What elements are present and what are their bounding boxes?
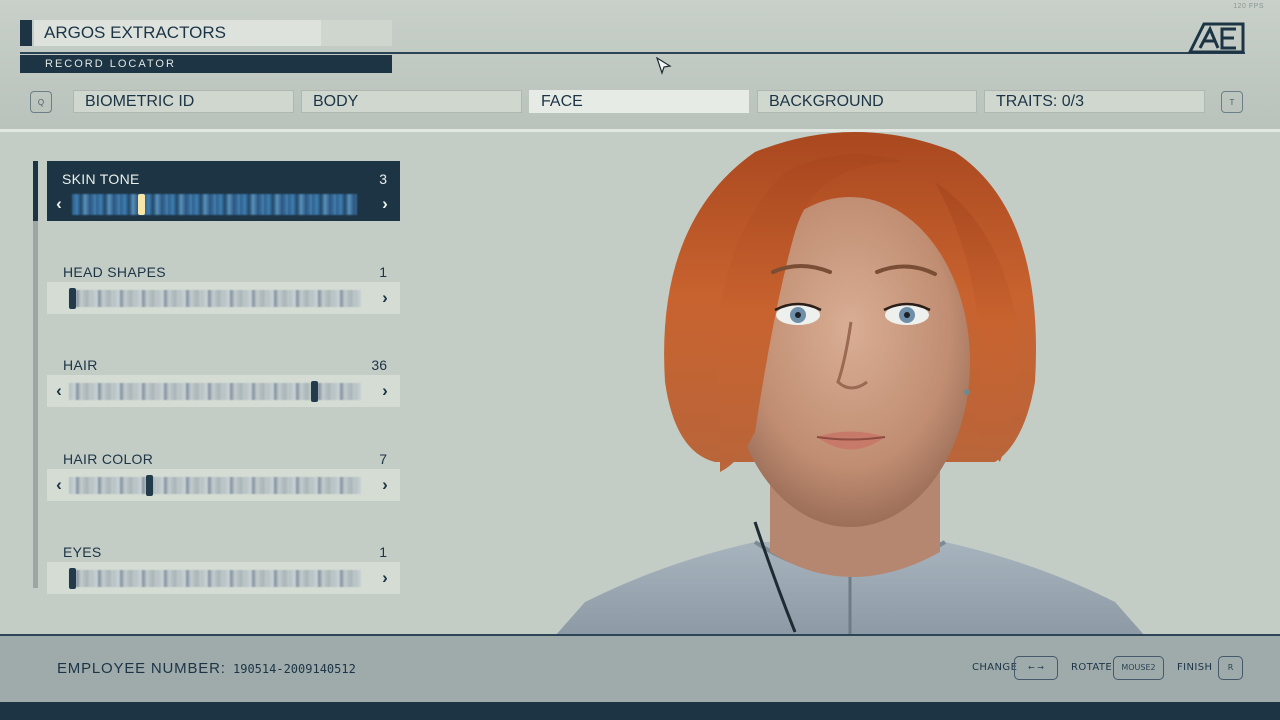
- finish-hint-label: FINISH: [1177, 662, 1213, 673]
- skin-tone-track[interactable]: [72, 194, 357, 215]
- slider-knob[interactable]: [69, 288, 76, 309]
- option-hair-color-value: 7: [379, 451, 387, 467]
- tab-background[interactable]: BACKGROUND: [757, 90, 977, 113]
- option-head-shapes-label: HEAD SHAPES: [63, 264, 166, 280]
- skin-tone-knob[interactable]: [137, 194, 145, 215]
- tab-biometric-id[interactable]: BIOMETRIC ID: [73, 90, 294, 113]
- hair-color-slider[interactable]: ‹ ›: [47, 469, 400, 501]
- title-tail: [321, 20, 392, 46]
- chevron-right-icon[interactable]: ›: [378, 194, 392, 214]
- chevron-right-icon[interactable]: ›: [378, 568, 392, 588]
- slider-knob[interactable]: [311, 381, 319, 402]
- option-hair-label: HAIR: [63, 357, 98, 373]
- mouse-cursor-icon: [656, 57, 672, 75]
- record-locator: RECORD LOCATOR: [20, 55, 392, 73]
- next-tab-key[interactable]: T: [1221, 91, 1243, 113]
- finish-key-button[interactable]: R: [1218, 656, 1243, 680]
- chevron-right-icon[interactable]: ›: [378, 381, 392, 401]
- company-title: ARGOS EXTRACTORS: [34, 20, 321, 46]
- option-eyes-label: EYES: [63, 544, 102, 560]
- option-hair-value: 36: [371, 357, 387, 373]
- head-shapes-slider[interactable]: ›: [47, 282, 400, 314]
- slider-knob[interactable]: [69, 568, 76, 589]
- options-scrollbar[interactable]: [33, 161, 38, 588]
- option-hair-color-label: HAIR COLOR: [63, 451, 154, 467]
- chevron-right-icon[interactable]: ›: [378, 288, 392, 308]
- rotate-key-button[interactable]: MOUSE2: [1113, 656, 1164, 680]
- change-hint-label: CHANGE: [972, 662, 1018, 673]
- chevron-left-icon[interactable]: ‹: [52, 475, 66, 495]
- option-value: 3: [379, 171, 387, 187]
- chevron-right-icon[interactable]: ›: [378, 475, 392, 495]
- tab-face[interactable]: FACE: [529, 90, 749, 113]
- option-skin-tone[interactable]: SKIN TONE 3 ‹ ›: [47, 161, 400, 221]
- options-scrollbar-thumb[interactable]: [33, 161, 38, 221]
- tab-traits[interactable]: TRAITS: 0/3: [984, 90, 1205, 113]
- employee-number-value: 190514-2009140512: [233, 662, 356, 676]
- option-head-shapes-value: 1: [379, 264, 387, 280]
- title-accent: [20, 20, 32, 46]
- fps-counter: 120 FPS: [1233, 3, 1264, 10]
- eyes-slider[interactable]: ›: [47, 562, 400, 594]
- header-divider: [20, 52, 1245, 54]
- footer-strip: [0, 702, 1280, 720]
- slider-track[interactable]: [69, 290, 361, 307]
- option-eyes-value: 1: [379, 544, 387, 560]
- tab-body[interactable]: BODY: [301, 90, 522, 113]
- hair-slider[interactable]: ‹ ›: [47, 375, 400, 407]
- chevron-left-icon[interactable]: ‹: [52, 381, 66, 401]
- slider-track[interactable]: [69, 570, 361, 587]
- prev-tab-key[interactable]: Q: [30, 91, 52, 113]
- employee-number-label: EMPLOYEE NUMBER:: [57, 660, 226, 677]
- slider-knob[interactable]: [145, 475, 153, 496]
- chevron-left-icon[interactable]: ‹: [52, 194, 66, 214]
- character-portrait[interactable]: [555, 132, 1145, 636]
- change-key-button[interactable]: ← →: [1014, 656, 1058, 680]
- option-label: SKIN TONE: [62, 171, 140, 187]
- slider-track[interactable]: [69, 477, 361, 494]
- ae-logo-icon: [1188, 22, 1245, 54]
- rotate-hint-label: ROTATE: [1071, 662, 1113, 673]
